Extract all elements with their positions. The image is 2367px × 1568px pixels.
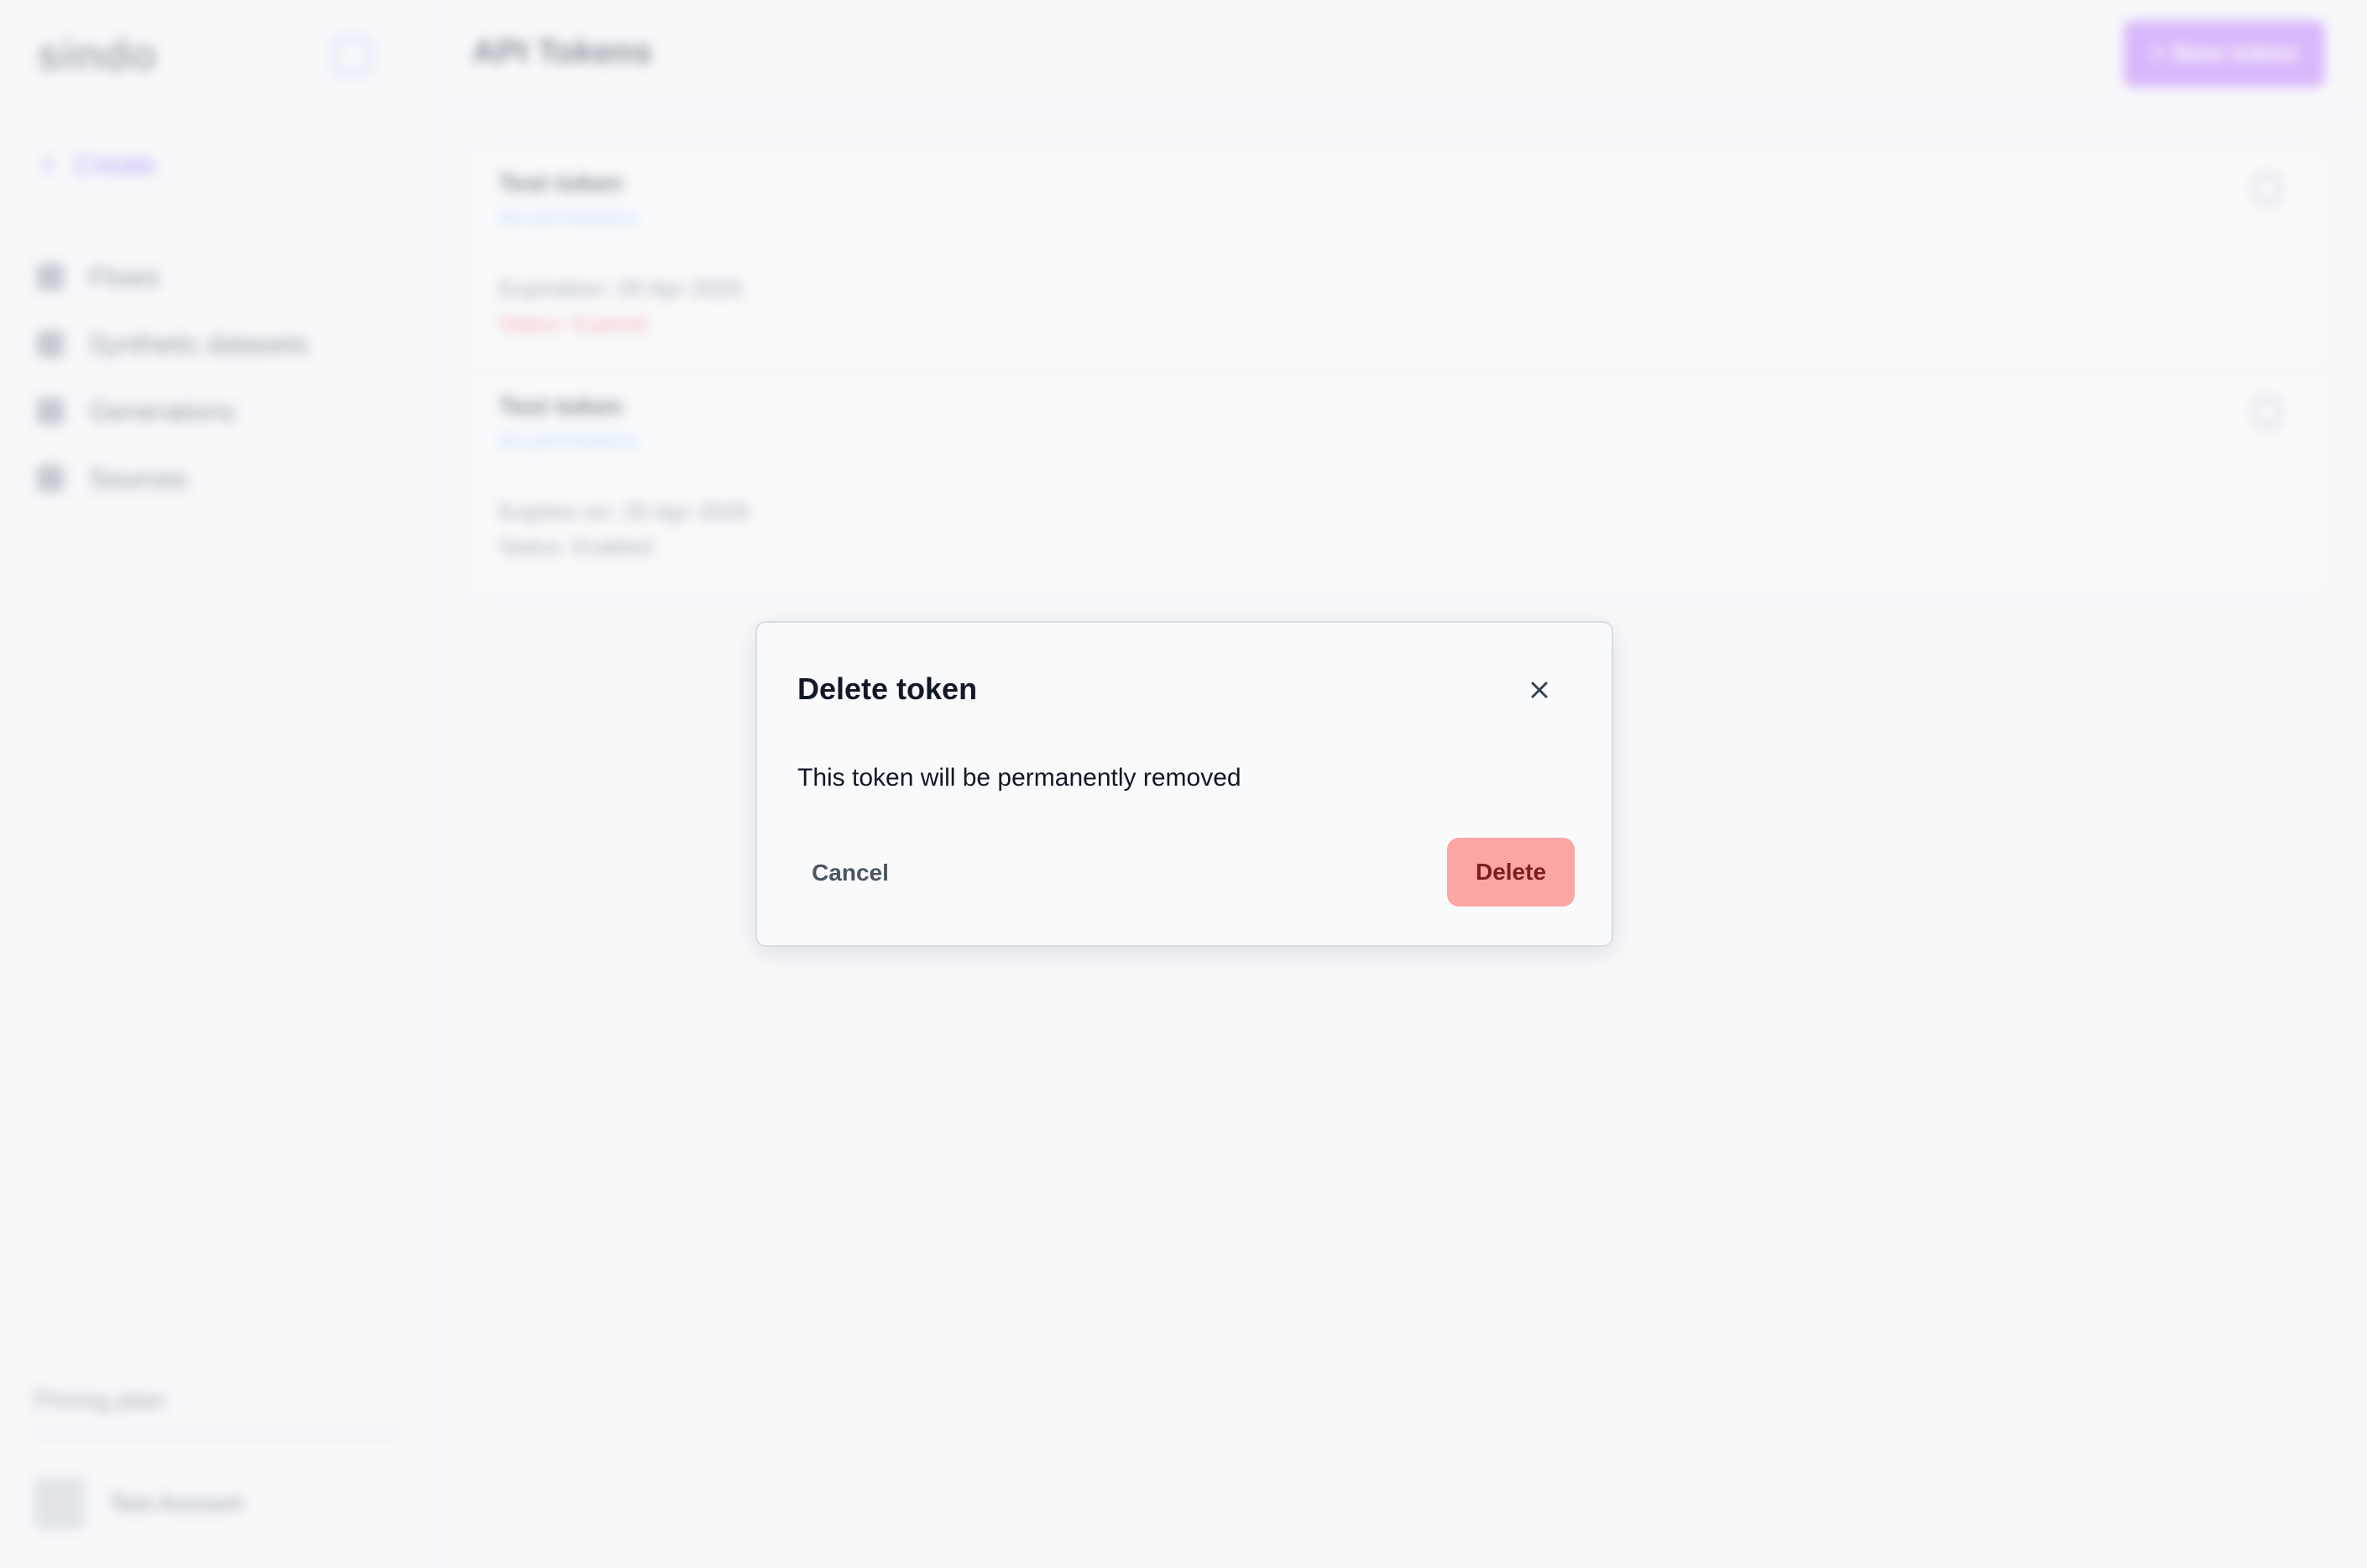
- sidebar-item-label: Generations: [89, 395, 236, 426]
- sidebar-collapse-button[interactable]: [334, 37, 371, 74]
- close-icon[interactable]: [1524, 675, 1554, 705]
- create-label: Create: [74, 149, 155, 180]
- person-icon: [37, 331, 64, 358]
- trash-icon[interactable]: [2255, 175, 2280, 203]
- cancel-button[interactable]: Cancel: [792, 839, 908, 907]
- dialog-title: Delete token: [797, 672, 978, 706]
- rocket-icon: [37, 398, 64, 425]
- user-name: Test Account: [109, 1490, 243, 1516]
- user-menu[interactable]: Test Account: [34, 1477, 243, 1529]
- sidebar-item-synthetic-datasets[interactable]: Synthetic datasets: [37, 311, 308, 378]
- page-title: API Tokens: [472, 34, 652, 71]
- sidebar: sindo + Create Flows Synthetic datasets G…: [0, 0, 438, 1568]
- divider: [468, 369, 2327, 371]
- avatar: [34, 1477, 86, 1529]
- sidebar-item-flows[interactable]: Flows: [37, 243, 308, 311]
- globe-icon: [37, 465, 64, 492]
- token-status: Status: Enabled: [499, 534, 653, 559]
- token-row: Test token No permissions Expiration: 29…: [499, 149, 2296, 359]
- app-logo: sindo: [37, 31, 158, 80]
- trash-icon[interactable]: [2255, 398, 2280, 426]
- create-button[interactable]: + Create: [40, 149, 155, 180]
- token-name: Test token: [499, 170, 623, 197]
- token-permissions[interactable]: No permissions: [499, 206, 637, 230]
- token-row: Test token No permissions Expires on: 25…: [499, 373, 2296, 583]
- sidebar-item-sources[interactable]: Sources: [37, 445, 308, 512]
- sidebar-item-label: Synthetic datasets: [89, 328, 309, 359]
- token-expiration: Expires on: 25 Apr 2025: [499, 499, 750, 525]
- grid-icon: [37, 264, 64, 290]
- sidebar-item-label: Sources: [89, 463, 188, 494]
- sidebar-item-label: Flows: [89, 261, 159, 292]
- top-bar: API Tokens + New token: [438, 0, 2367, 109]
- sidebar-nav: Flows Synthetic datasets Generations Sou…: [37, 243, 308, 512]
- delete-button[interactable]: Delete: [1447, 838, 1575, 907]
- token-status: Status: Expired: [499, 311, 647, 336]
- token-name: Test token: [499, 393, 623, 421]
- sidebar-item-generations[interactable]: Generations: [37, 378, 308, 445]
- dialog-message: This token will be permanently removed: [797, 764, 1241, 792]
- new-token-button[interactable]: + New token: [2124, 20, 2325, 87]
- delete-token-dialog: Delete token This token will be permanen…: [755, 621, 1613, 947]
- plus-icon: +: [40, 149, 56, 180]
- pricing-plan-link[interactable]: Pricing plan: [34, 1387, 400, 1435]
- token-permissions[interactable]: No permissions: [499, 430, 637, 453]
- token-expiration: Expiration: 29 Apr 2025: [499, 275, 744, 301]
- token-list: Test token No permissions Expiration: 29…: [467, 148, 2328, 596]
